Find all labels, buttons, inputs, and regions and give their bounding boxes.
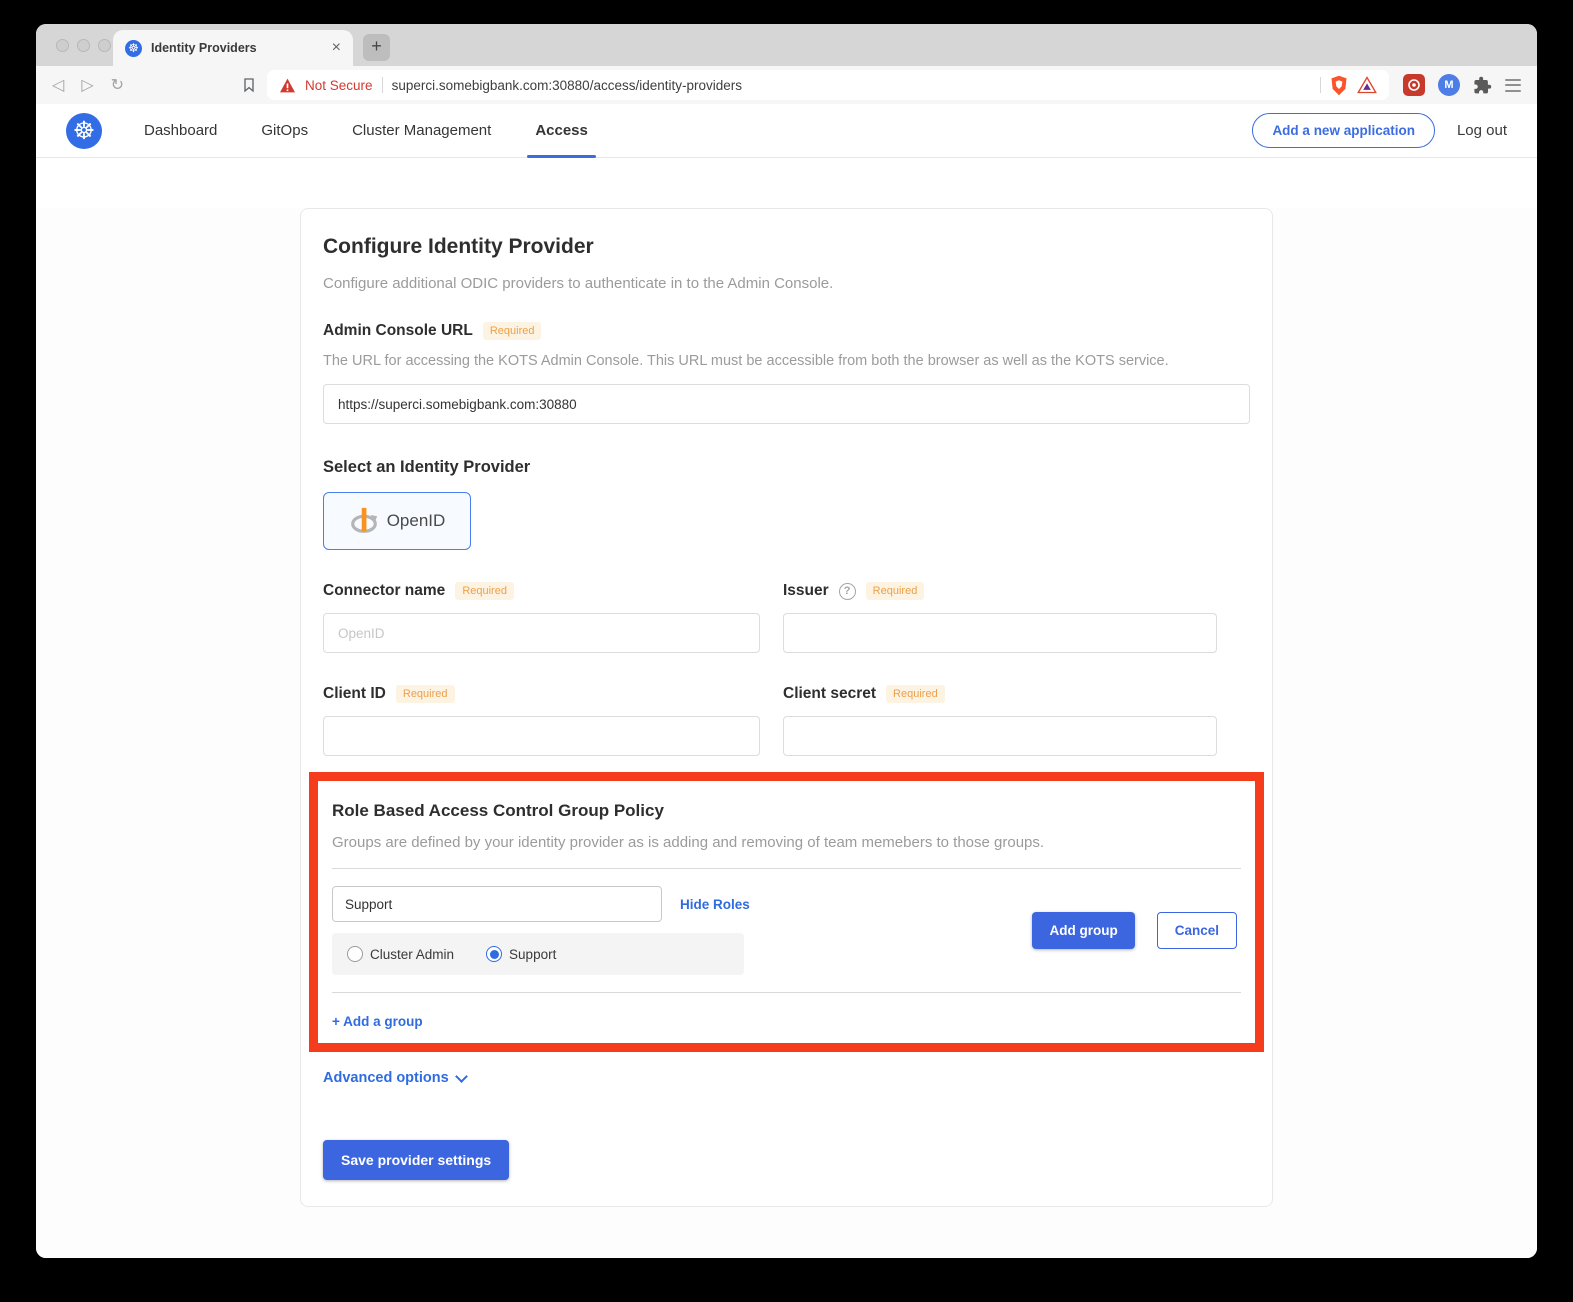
- page-content: Configure Identity Provider Configure ad…: [36, 208, 1537, 1258]
- issuer-field: Issuer ? Required: [783, 582, 1217, 653]
- browser-tab[interactable]: ☸ Identity Providers ×: [113, 30, 353, 66]
- radio-selected-icon: [486, 946, 502, 962]
- brave-shield-icon[interactable]: [1330, 75, 1348, 96]
- cancel-button[interactable]: Cancel: [1157, 912, 1237, 949]
- client-id-field: Client ID Required: [323, 685, 760, 756]
- required-badge: Required: [455, 582, 514, 600]
- nav-right: Add a new application Log out: [1252, 113, 1507, 148]
- identity-provider-select-label: Select an Identity Provider: [323, 458, 1250, 477]
- admin-console-url-label: Admin Console URL: [323, 322, 473, 340]
- extension-icon[interactable]: [1403, 74, 1425, 96]
- provider-fields-grid: Connector name Required Issuer ? Require…: [323, 582, 1250, 756]
- role-radio-support[interactable]: Support: [486, 946, 556, 962]
- client-secret-label: Client secret: [783, 685, 876, 703]
- extensions-puzzle-icon[interactable]: [1473, 76, 1492, 95]
- tab-title: Identity Providers: [151, 41, 323, 55]
- rbac-section-title: Role Based Access Control Group Policy: [332, 801, 1241, 821]
- required-badge: Required: [866, 582, 925, 600]
- role-radio-label: Cluster Admin: [370, 947, 454, 962]
- divider: [332, 868, 1241, 869]
- group-editor-left: Hide Roles Cluster Admin Support: [332, 886, 1032, 975]
- help-icon[interactable]: ?: [839, 583, 856, 600]
- add-a-group-link[interactable]: + Add a group: [332, 1014, 423, 1029]
- required-badge: Required: [483, 322, 542, 340]
- connector-name-label: Connector name: [323, 582, 445, 600]
- group-name-input[interactable]: [332, 886, 662, 922]
- nav-item-gitops[interactable]: GitOps: [261, 104, 308, 157]
- warning-icon: [279, 78, 296, 93]
- not-secure-label: Not Secure: [305, 78, 373, 93]
- chevron-down-icon: [455, 1070, 468, 1083]
- group-editor-row: Hide Roles Cluster Admin Support: [332, 886, 1241, 975]
- reload-icon[interactable]: ↻: [111, 75, 124, 95]
- menu-icon[interactable]: [1505, 79, 1521, 92]
- openid-provider-card[interactable]: OpenID: [323, 492, 471, 550]
- page-title: Configure Identity Provider: [323, 235, 1250, 259]
- required-badge: Required: [396, 685, 455, 703]
- add-group-button[interactable]: Add group: [1032, 912, 1134, 949]
- role-radio-label: Support: [509, 947, 556, 962]
- advanced-options-label: Advanced options: [323, 1070, 449, 1086]
- hide-roles-link[interactable]: Hide Roles: [680, 897, 750, 912]
- bookmark-icon[interactable]: [241, 77, 257, 93]
- admin-console-url-section: Admin Console URL Required The URL for a…: [323, 322, 1250, 424]
- nav-item-access[interactable]: Access: [535, 104, 588, 157]
- url-text: superci.somebigbank.com:30880/access/ide…: [392, 78, 742, 93]
- divider: [332, 992, 1241, 993]
- rbac-section-description: Groups are defined by your identity prov…: [332, 834, 1241, 851]
- client-id-label: Client ID: [323, 685, 386, 703]
- group-actions: Add group Cancel: [1032, 912, 1241, 949]
- url-separator: [1320, 77, 1321, 93]
- browser-window: ☸ Identity Providers × + ◁ ▷ ↻ Not Secur…: [36, 24, 1537, 1258]
- window-zoom-button[interactable]: [98, 39, 111, 52]
- app-navigation: ☸ Dashboard GitOps Cluster Management Ac…: [36, 104, 1537, 158]
- window-controls: [56, 39, 111, 52]
- required-badge: Required: [886, 685, 945, 703]
- role-radio-cluster-admin[interactable]: Cluster Admin: [347, 946, 454, 962]
- new-tab-button[interactable]: +: [363, 34, 390, 61]
- issuer-label: Issuer: [783, 582, 829, 600]
- back-icon[interactable]: ◁: [52, 75, 64, 95]
- url-separator: [382, 77, 383, 93]
- admin-console-url-help: The URL for accessing the KOTS Admin Con…: [323, 353, 1250, 369]
- connector-name-input[interactable]: [323, 613, 760, 653]
- kubernetes-logo: ☸: [66, 113, 102, 149]
- client-id-input[interactable]: [323, 716, 760, 756]
- address-bar[interactable]: Not Secure superci.somebigbank.com:30880…: [267, 70, 1389, 100]
- save-provider-settings-button[interactable]: Save provider settings: [323, 1140, 509, 1180]
- annotation-highlight-box: Role Based Access Control Group Policy G…: [309, 772, 1264, 1052]
- forward-icon[interactable]: ▷: [81, 75, 93, 95]
- kubernetes-favicon: ☸: [125, 40, 142, 57]
- nav-item-dashboard[interactable]: Dashboard: [144, 104, 217, 157]
- radio-unselected-icon: [347, 946, 363, 962]
- page-subtitle: Configure additional ODIC providers to a…: [323, 275, 1250, 292]
- browser-toolbar: ◁ ▷ ↻ Not Secure superci.somebigbank.com…: [36, 66, 1537, 104]
- client-secret-input[interactable]: [783, 716, 1217, 756]
- profile-avatar[interactable]: M: [1438, 74, 1460, 96]
- admin-console-url-input[interactable]: [323, 384, 1250, 424]
- extension-area: M: [1403, 74, 1521, 96]
- roles-radio-group: Cluster Admin Support: [332, 933, 744, 975]
- advanced-options-toggle[interactable]: Advanced options: [323, 1070, 1250, 1086]
- client-secret-field: Client secret Required: [783, 685, 1217, 756]
- issuer-input[interactable]: [783, 613, 1217, 653]
- configure-identity-provider-card: Configure Identity Provider Configure ad…: [300, 208, 1273, 1207]
- window-close-button[interactable]: [56, 39, 69, 52]
- tab-close-icon[interactable]: ×: [332, 40, 341, 56]
- openid-label: OpenID: [387, 511, 446, 531]
- connector-name-field: Connector name Required: [323, 582, 760, 653]
- bat-rewards-icon[interactable]: [1357, 76, 1377, 94]
- openid-logo-icon: [349, 506, 379, 536]
- window-minimize-button[interactable]: [77, 39, 90, 52]
- logout-link[interactable]: Log out: [1457, 122, 1507, 139]
- browser-tab-bar: ☸ Identity Providers × +: [36, 24, 1537, 66]
- nav-item-cluster-management[interactable]: Cluster Management: [352, 104, 491, 157]
- add-new-application-button[interactable]: Add a new application: [1252, 113, 1435, 148]
